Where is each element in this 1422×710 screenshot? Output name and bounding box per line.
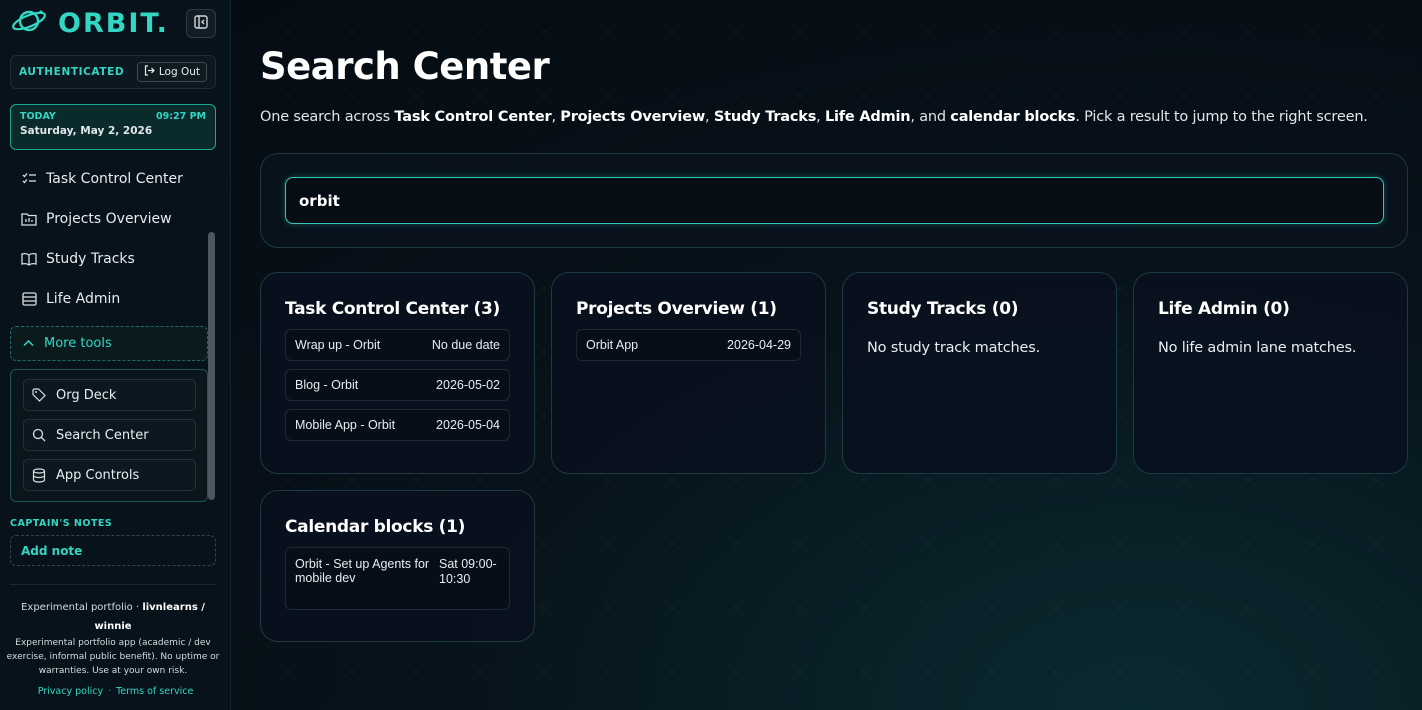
more-tools-toggle[interactable]: More tools bbox=[10, 326, 208, 361]
page-description: One search across Task Control Center, P… bbox=[260, 109, 1368, 125]
auth-status: AUTHENTICATED bbox=[19, 66, 125, 78]
result-row[interactable]: Orbit App 2026-04-29 bbox=[576, 329, 801, 361]
brand-name: ORBIT. bbox=[58, 7, 169, 39]
chevron-up-icon bbox=[23, 337, 34, 350]
current-date: Saturday, May 2, 2026 bbox=[20, 125, 153, 137]
footer-links: Privacy policy · Terms of service bbox=[0, 686, 231, 697]
result-name: Wrap up - Orbit bbox=[295, 338, 381, 352]
nav-item-projects-overview[interactable]: Projects Overview bbox=[20, 208, 172, 230]
result-date: 2026-05-02 bbox=[436, 378, 500, 392]
current-time: 09:27 PM bbox=[156, 111, 206, 122]
desc-highlight: Life Admin bbox=[824, 109, 911, 125]
nav-item-study-tracks[interactable]: Study Tracks bbox=[20, 248, 135, 270]
result-date: No due date bbox=[431, 338, 500, 352]
result-date: 2026-05-04 bbox=[436, 418, 500, 432]
logout-label: Log Out bbox=[158, 66, 200, 78]
desc-highlight: Study Tracks bbox=[713, 109, 817, 125]
more-tools-panel: Org Deck Search Center App Controls bbox=[10, 369, 208, 502]
empty-message: No study track matches. bbox=[867, 340, 1041, 356]
result-row[interactable]: Mobile App - Orbit 2026-05-04 bbox=[285, 409, 510, 441]
nav-label: Projects Overview bbox=[46, 211, 172, 227]
more-tools-label: More tools bbox=[44, 336, 112, 351]
search-input[interactable] bbox=[285, 177, 1384, 224]
brand-logo[interactable]: ORBIT. bbox=[10, 6, 169, 40]
tool-item-org-deck[interactable]: Org Deck bbox=[23, 379, 196, 411]
result-name: Orbit App bbox=[586, 338, 639, 352]
results-card-projects: Projects Overview (1) Orbit App 2026-04-… bbox=[551, 272, 826, 474]
footer-disclaimer: Experimental portfolio app (academic / d… bbox=[6, 638, 220, 676]
card-title: Calendar blocks (1) bbox=[285, 517, 466, 537]
results-card-life-admin: Life Admin (0) No life admin lane matche… bbox=[1133, 272, 1408, 474]
auth-status-box: AUTHENTICATED Log Out bbox=[10, 55, 216, 89]
desc-text: , and bbox=[910, 109, 951, 125]
calendar-result-row[interactable]: Orbit - Set up Agents for mobile dev Sat… bbox=[285, 547, 510, 610]
empty-message: No life admin lane matches. bbox=[1158, 340, 1357, 356]
card-title: Projects Overview (1) bbox=[576, 299, 777, 319]
logout-icon bbox=[144, 65, 155, 79]
card-title: Task Control Center (3) bbox=[285, 299, 500, 319]
tool-item-search-center[interactable]: Search Center bbox=[23, 419, 196, 451]
tool-label: App Controls bbox=[56, 467, 140, 483]
result-row[interactable]: Blog - Orbit 2026-05-02 bbox=[285, 369, 510, 401]
add-note-label: Add note bbox=[21, 543, 83, 558]
desc-highlight: calendar blocks bbox=[950, 109, 1076, 125]
results-card-calendar: Calendar blocks (1) Orbit - Set up Agent… bbox=[260, 490, 535, 642]
result-date: 2026-04-29 bbox=[727, 338, 791, 352]
tool-label: Search Center bbox=[56, 427, 149, 443]
today-label: TODAY bbox=[20, 111, 56, 122]
sidebar-collapse-icon bbox=[194, 14, 208, 33]
sidebar: ORBIT. AUTHENTICATED Log Out TODAY 09:27… bbox=[0, 0, 231, 710]
desc-text: One search across bbox=[260, 109, 395, 125]
calendar-block-time: Sat 09:00-10:30 bbox=[439, 557, 497, 586]
list-icon bbox=[20, 291, 38, 307]
desc-text: , bbox=[705, 109, 714, 125]
folder-chart-icon bbox=[20, 211, 38, 227]
nav-label: Study Tracks bbox=[46, 251, 135, 267]
desc-highlight: Projects Overview bbox=[560, 109, 706, 125]
search-icon bbox=[32, 428, 48, 442]
desc-text: , bbox=[551, 109, 561, 125]
result-name: Mobile App - Orbit bbox=[295, 418, 396, 432]
nav-label: Task Control Center bbox=[46, 171, 183, 187]
sidebar-scrollbar[interactable] bbox=[208, 232, 215, 500]
footer-separator: · bbox=[108, 686, 112, 697]
planet-icon bbox=[10, 4, 48, 42]
footer-title: Experimental portfolio · livnlearns / wi… bbox=[6, 598, 220, 636]
nav-item-life-admin[interactable]: Life Admin bbox=[20, 288, 120, 310]
terms-of-service-link[interactable]: Terms of service bbox=[116, 686, 193, 697]
results-card-study-tracks: Study Tracks (0) No study track matches. bbox=[842, 272, 1117, 474]
page-title: Search Center bbox=[260, 45, 550, 88]
tag-icon bbox=[32, 388, 48, 402]
calendar-block-title: Orbit - Set up Agents for mobile dev bbox=[295, 557, 430, 585]
nav-item-task-control-center[interactable]: Task Control Center bbox=[20, 168, 183, 190]
database-icon bbox=[32, 467, 48, 483]
checklist-icon bbox=[20, 171, 38, 187]
logout-button[interactable]: Log Out bbox=[136, 62, 207, 82]
book-icon bbox=[20, 251, 38, 267]
nav-label: Life Admin bbox=[46, 291, 121, 307]
add-note-button[interactable]: Add note bbox=[10, 535, 216, 566]
search-panel bbox=[260, 153, 1408, 248]
tool-item-app-controls[interactable]: App Controls bbox=[23, 459, 196, 491]
collapse-sidebar-button[interactable] bbox=[186, 9, 216, 38]
footer-divider bbox=[10, 584, 216, 585]
desc-text: . Pick a result to jump to the right scr… bbox=[1075, 109, 1368, 125]
captains-notes-heading: CAPTAIN'S NOTES bbox=[10, 518, 113, 529]
result-name: Blog - Orbit bbox=[295, 378, 359, 392]
tool-label: Org Deck bbox=[56, 387, 117, 403]
desc-highlight: Task Control Center bbox=[394, 109, 552, 125]
card-title: Study Tracks (0) bbox=[867, 299, 1019, 319]
privacy-policy-link[interactable]: Privacy policy bbox=[38, 686, 103, 697]
results-card-tasks: Task Control Center (3) Wrap up - Orbit … bbox=[260, 272, 535, 474]
today-widget: TODAY 09:27 PM Saturday, May 2, 2026 bbox=[10, 104, 216, 150]
result-row[interactable]: Wrap up - Orbit No due date bbox=[285, 329, 510, 361]
sidebar-footer: Experimental portfolio · livnlearns / wi… bbox=[6, 598, 220, 678]
desc-text: , bbox=[816, 109, 825, 125]
footer-title-prefix: Experimental portfolio · bbox=[21, 602, 143, 613]
card-title: Life Admin (0) bbox=[1158, 299, 1290, 319]
